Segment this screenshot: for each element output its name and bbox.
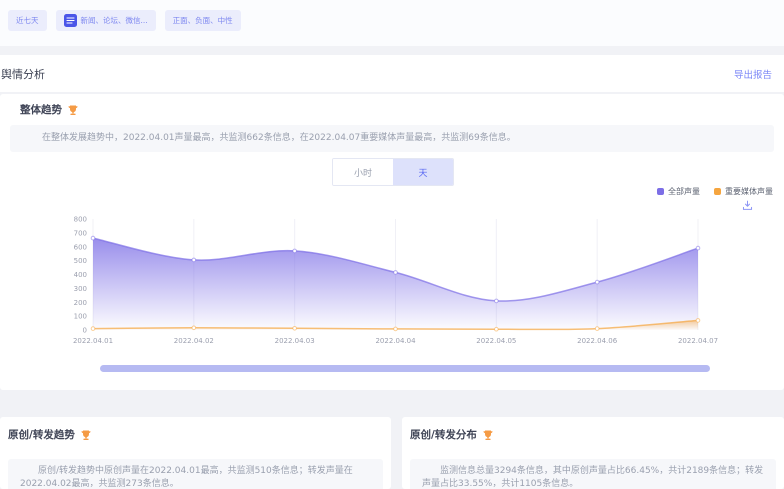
granularity-toggle: 小时 天 (332, 158, 454, 186)
original-repost-distribution-title-row: 原创/转发分布 (410, 427, 494, 442)
filter-bar: 近七天 新闻、论坛、微信... 正面、负面、中性 (8, 10, 241, 31)
overall-trend-title: 整体趋势 (20, 102, 62, 117)
overall-trend-summary: 在整体发展趋势中，2022.04.01声量最高，共监测662条信息，在2022.… (24, 132, 760, 145)
svg-text:2022.04.02: 2022.04.02 (174, 337, 214, 345)
svg-text:2022.04.03: 2022.04.03 (275, 337, 315, 345)
page-title: 舆情分析 (1, 66, 45, 82)
overall-trend-title-row: 整体趋势 (20, 102, 79, 117)
filter-chip-time-range[interactable]: 近七天 (8, 10, 47, 31)
filter-chip-sentiment[interactable]: 正面、负面、中性 (165, 10, 241, 31)
media-sources-icon (64, 14, 77, 27)
svg-text:2022.04.06: 2022.04.06 (577, 337, 618, 345)
trophy-icon (80, 429, 92, 441)
svg-text:700: 700 (74, 229, 87, 237)
sentiment-label: 正面、负面、中性 (173, 15, 233, 26)
svg-text:2022.04.01: 2022.04.01 (73, 337, 113, 345)
all-volume-swatch (657, 188, 664, 195)
overall-trend-panel: 整体趋势 在整体发展趋势中，2022.04.01声量最高，共监测662条信息，在… (0, 94, 784, 390)
legend-item-media-volume[interactable]: 重要媒体声量 (714, 186, 773, 197)
export-report-link[interactable]: 导出报告 (734, 67, 772, 81)
trend-area-chart: 0 100 200 300 400 500 600 700 800 2022.04.01 2022.… (0, 205, 784, 355)
all-volume-label: 全部声量 (668, 186, 700, 197)
svg-text:400: 400 (74, 271, 87, 279)
svg-text:600: 600 (74, 243, 87, 251)
original-repost-distribution-card: 原创/转发分布 监测信息总量3294条信息，其中原创声量占比66.45%，共计2… (402, 417, 784, 489)
trophy-icon (482, 429, 494, 441)
chart-legend: 全部声量 重要媒体声量 (657, 186, 773, 197)
original-repost-trend-title: 原创/转发趋势 (8, 427, 75, 442)
original-repost-trend-summary: 原创/转发趋势中原创声量在2022.04.01最高，共监测510条信息；转发声量… (20, 465, 371, 489)
original-repost-trend-title-row: 原创/转发趋势 (8, 427, 92, 442)
granularity-day-button[interactable]: 天 (393, 159, 453, 185)
svg-text:2022.04.05: 2022.04.05 (476, 337, 516, 345)
svg-text:2022.04.04: 2022.04.04 (375, 337, 416, 345)
original-repost-distribution-summary: 监测信息总量3294条信息，其中原创声量占比66.45%，共计2189条信息；转… (422, 465, 764, 489)
svg-text:2022.04.07: 2022.04.07 (678, 337, 718, 345)
media-volume-swatch (714, 188, 721, 195)
datazoom-slider[interactable] (100, 365, 710, 372)
svg-text:800: 800 (74, 216, 87, 224)
panel-header: 舆情分析 导出报告 (0, 55, 784, 92)
original-repost-trend-summary-box: 原创/转发趋势中原创声量在2022.04.01最高，共监测510条信息；转发声量… (8, 459, 383, 489)
granularity-hour-button[interactable]: 小时 (333, 159, 393, 185)
legend-item-all-volume[interactable]: 全部声量 (657, 186, 700, 197)
time-range-label: 近七天 (16, 15, 39, 26)
overall-trend-summary-box: 在整体发展趋势中，2022.04.01声量最高，共监测662条信息，在2022.… (10, 125, 774, 152)
svg-text:0: 0 (83, 327, 87, 335)
original-repost-distribution-title: 原创/转发分布 (410, 427, 477, 442)
original-repost-trend-card: 原创/转发趋势 原创/转发趋势中原创声量在2022.04.01最高，共监测510… (0, 417, 391, 489)
trophy-icon (67, 104, 79, 116)
screen: 近七天 新闻、论坛、微信... 正面、负面、中性 舆情分析 导出报告 整体趋势 … (0, 0, 784, 489)
media-volume-label: 重要媒体声量 (725, 186, 773, 197)
svg-text:100: 100 (74, 313, 87, 321)
svg-text:300: 300 (74, 285, 87, 293)
filter-chip-sources[interactable]: 新闻、论坛、微信... (56, 10, 156, 31)
svg-text:200: 200 (74, 299, 87, 307)
sources-label: 新闻、论坛、微信... (81, 15, 148, 26)
original-repost-distribution-summary-box: 监测信息总量3294条信息，其中原创声量占比66.45%，共计2189条信息；转… (410, 459, 776, 489)
svg-text:500: 500 (74, 257, 87, 265)
